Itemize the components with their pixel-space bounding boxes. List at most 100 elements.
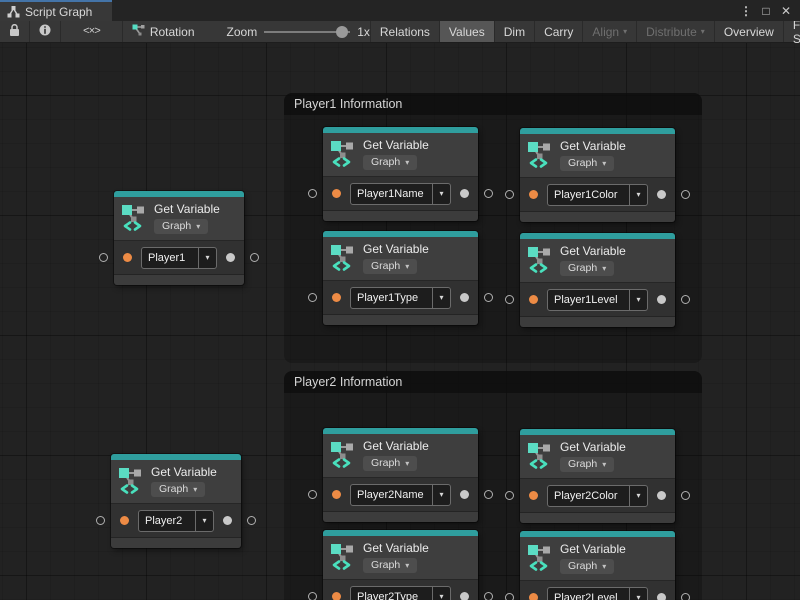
- variable-name-dropdown[interactable]: Player2Color ▾: [547, 485, 648, 507]
- value-input-port[interactable]: [529, 491, 538, 500]
- node-header[interactable]: Get Variable Graph ▾: [114, 197, 244, 240]
- outer-output-port[interactable]: [484, 189, 493, 198]
- variable-name-dropdown[interactable]: Player1Level ▾: [547, 289, 648, 311]
- value-output-port[interactable]: [460, 293, 469, 302]
- outer-output-port[interactable]: [681, 295, 690, 304]
- value-input-port[interactable]: [529, 295, 538, 304]
- code-preview-button[interactable]: <×>: [61, 21, 122, 42]
- get-variable-node[interactable]: Get Variable Graph ▾ Player2 ▾: [111, 454, 241, 548]
- node-header[interactable]: Get Variable Graph ▾: [520, 134, 675, 177]
- toolbar-button-values[interactable]: Values: [439, 21, 494, 42]
- node-header[interactable]: Get Variable Graph ▾: [323, 133, 478, 176]
- node-header[interactable]: Get Variable Graph ▾: [520, 239, 675, 282]
- graph-canvas[interactable]: Player1 Information Player2 Information: [0, 43, 800, 600]
- outer-output-port[interactable]: [484, 293, 493, 302]
- variable-name-dropdown[interactable]: Player1Type ▾: [350, 287, 451, 309]
- value-input-port[interactable]: [332, 293, 341, 302]
- variable-name-dropdown[interactable]: Player1Color ▾: [547, 184, 648, 206]
- value-output-port[interactable]: [657, 295, 666, 304]
- lock-button[interactable]: [0, 21, 29, 42]
- group-header[interactable]: Player1 Information: [284, 93, 702, 115]
- get-variable-node[interactable]: Get Variable Graph ▾ Player2Name ▾: [323, 428, 478, 522]
- value-output-port[interactable]: [226, 253, 235, 262]
- outer-input-port[interactable]: [505, 593, 514, 600]
- variable-name-dropdown[interactable]: Player2Level ▾: [547, 587, 648, 600]
- variable-name-dropdown[interactable]: Player1 ▾: [141, 247, 217, 269]
- variable-scope-dropdown[interactable]: Graph ▾: [363, 155, 417, 170]
- get-variable-node[interactable]: Get Variable Graph ▾ Player1Color ▾: [520, 128, 675, 222]
- outer-input-port[interactable]: [308, 592, 317, 600]
- group-header[interactable]: Player2 Information: [284, 371, 702, 393]
- outer-input-port[interactable]: [505, 190, 514, 199]
- outer-output-port[interactable]: [484, 490, 493, 499]
- zoom-slider-handle[interactable]: [336, 26, 348, 38]
- outer-input-port[interactable]: [308, 490, 317, 499]
- get-variable-node[interactable]: Get Variable Graph ▾ Player1 ▾: [114, 191, 244, 285]
- value-output-port[interactable]: [460, 592, 469, 600]
- graph-breadcrumb[interactable]: Rotation: [123, 24, 205, 40]
- window-menu-icon[interactable]: ⋮: [738, 4, 754, 18]
- variable-scope-dropdown[interactable]: Graph ▾: [560, 156, 614, 171]
- get-variable-node[interactable]: Get Variable Graph ▾ Player2Type ▾: [323, 530, 478, 600]
- info-button[interactable]: [30, 21, 60, 42]
- outer-output-port[interactable]: [681, 491, 690, 500]
- value-output-port[interactable]: [223, 516, 232, 525]
- outer-input-port[interactable]: [96, 516, 105, 525]
- value-input-port[interactable]: [123, 253, 132, 262]
- node-header[interactable]: Get Variable Graph ▾: [111, 460, 241, 503]
- tab-script-graph[interactable]: Script Graph: [0, 0, 112, 21]
- variable-name-dropdown[interactable]: Player2Name ▾: [350, 484, 451, 506]
- toolbar-button-full-screen[interactable]: Full Screen: [783, 21, 800, 42]
- value-output-port[interactable]: [460, 490, 469, 499]
- outer-output-port[interactable]: [484, 592, 493, 600]
- toolbar-button-dim[interactable]: Dim: [494, 21, 534, 42]
- outer-output-port[interactable]: [247, 516, 256, 525]
- maximize-icon[interactable]: □: [758, 4, 774, 18]
- value-input-port[interactable]: [529, 593, 538, 600]
- outer-input-port[interactable]: [505, 295, 514, 304]
- variable-name-dropdown[interactable]: Player2 ▾: [138, 510, 214, 532]
- outer-input-port[interactable]: [308, 189, 317, 198]
- value-input-port[interactable]: [332, 490, 341, 499]
- variable-scope-dropdown[interactable]: Graph ▾: [151, 482, 205, 497]
- outer-output-port[interactable]: [681, 190, 690, 199]
- toolbar-button-overview[interactable]: Overview: [714, 21, 783, 42]
- outer-input-port[interactable]: [505, 491, 514, 500]
- variable-scope-dropdown[interactable]: Graph ▾: [560, 457, 614, 472]
- variable-scope-dropdown[interactable]: Graph ▾: [560, 559, 614, 574]
- zoom-slider[interactable]: [264, 26, 350, 38]
- value-input-port[interactable]: [120, 516, 129, 525]
- variable-scope-dropdown[interactable]: Graph ▾: [154, 219, 208, 234]
- get-variable-node[interactable]: Get Variable Graph ▾ Player1Type ▾: [323, 231, 478, 325]
- node-header[interactable]: Get Variable Graph ▾: [323, 237, 478, 280]
- outer-output-port[interactable]: [250, 253, 259, 262]
- get-variable-node[interactable]: Get Variable Graph ▾ Player1Level ▾: [520, 233, 675, 327]
- variable-scope-dropdown[interactable]: Graph ▾: [560, 261, 614, 276]
- outer-input-port[interactable]: [308, 293, 317, 302]
- variable-scope-dropdown[interactable]: Graph ▾: [363, 456, 417, 471]
- get-variable-node[interactable]: Get Variable Graph ▾ Player1Name ▾: [323, 127, 478, 221]
- variable-scope-dropdown[interactable]: Graph ▾: [363, 558, 417, 573]
- get-variable-node[interactable]: Get Variable Graph ▾ Player2Level ▾: [520, 531, 675, 600]
- value-input-port[interactable]: [332, 189, 341, 198]
- value-output-port[interactable]: [657, 593, 666, 600]
- value-input-port[interactable]: [529, 190, 538, 199]
- node-header[interactable]: Get Variable Graph ▾: [520, 435, 675, 478]
- value-input-port[interactable]: [332, 592, 341, 600]
- value-output-port[interactable]: [460, 189, 469, 198]
- variable-scope-dropdown[interactable]: Graph ▾: [363, 259, 417, 274]
- outer-output-port[interactable]: [681, 593, 690, 600]
- value-output-port[interactable]: [657, 190, 666, 199]
- node-header[interactable]: Get Variable Graph ▾: [323, 434, 478, 477]
- close-icon[interactable]: ✕: [778, 4, 794, 18]
- value-output-port[interactable]: [657, 491, 666, 500]
- toolbar-button-relations[interactable]: Relations: [370, 21, 439, 42]
- variable-name-dropdown[interactable]: Player1Name ▾: [350, 183, 451, 205]
- node-header[interactable]: Get Variable Graph ▾: [323, 536, 478, 579]
- toolbar-button-carry[interactable]: Carry: [534, 21, 582, 42]
- variable-name-dropdown[interactable]: Player2Type ▾: [350, 586, 451, 600]
- node-footer: [323, 314, 478, 325]
- node-header[interactable]: Get Variable Graph ▾: [520, 537, 675, 580]
- outer-input-port[interactable]: [99, 253, 108, 262]
- get-variable-node[interactable]: Get Variable Graph ▾ Player2Color ▾: [520, 429, 675, 523]
